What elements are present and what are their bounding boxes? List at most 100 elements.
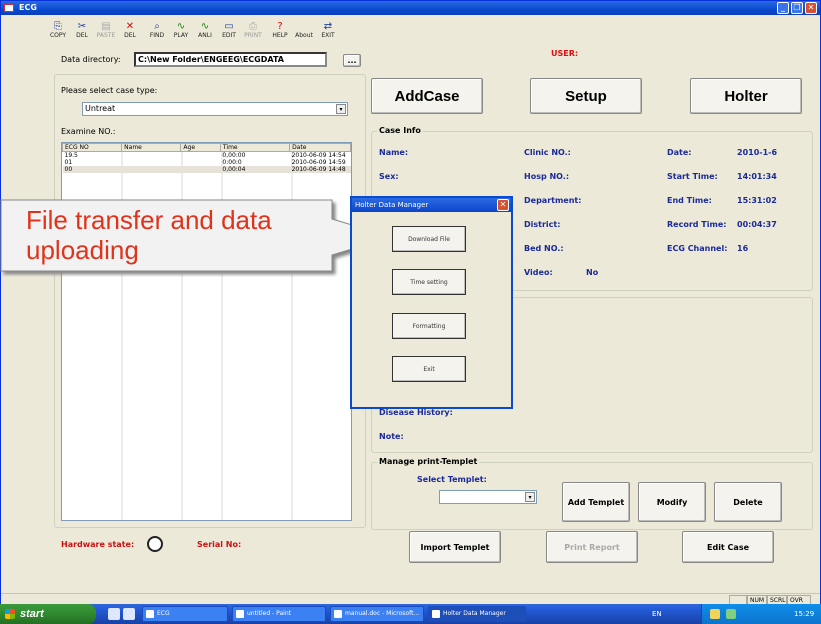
app-icon — [4, 4, 14, 12]
tray-network-icon[interactable] — [726, 609, 736, 619]
start-time-value: 14:01:34 — [737, 172, 777, 181]
edit-case-button[interactable]: Edit Case — [682, 531, 774, 563]
start-time-label: Start Time: — [667, 172, 718, 181]
toolbar-exit-button[interactable]: ⇄ EXIT — [316, 19, 340, 43]
toolbar-del-button[interactable]: ✕ DEL — [118, 19, 142, 43]
taskbar-item[interactable]: Holter Data Manager — [428, 606, 526, 622]
case-type-label: Please select case type: — [61, 86, 158, 95]
download-file-button[interactable]: Download File — [392, 226, 466, 252]
toolbar-find-button[interactable]: ⌕ FIND — [145, 19, 169, 43]
language-indicator[interactable]: EN — [652, 604, 662, 624]
toolbar-about-button[interactable]: About — [292, 19, 316, 43]
system-tray: EN 15:29 — [652, 604, 821, 624]
user-label: USER: — [551, 49, 579, 58]
table-cell — [181, 159, 221, 166]
clock: 15:29 — [794, 610, 815, 618]
toolbar-label: DEL — [76, 32, 88, 39]
window-icon — [432, 610, 440, 618]
addcase-button[interactable]: AddCase — [371, 78, 483, 114]
table-row[interactable]: 00 0,00:04 2010-06-09 14:48 — [62, 166, 351, 173]
table-cell: 0,00:00 — [222, 152, 246, 159]
table-cell: 00 — [62, 166, 122, 173]
about-icon — [292, 21, 316, 32]
table-cell: 2010-06-09 14:59 — [291, 159, 346, 166]
magnifier-icon: ⌕ — [154, 21, 160, 32]
column-header[interactable]: Age — [180, 143, 221, 152]
department-label: Department: — [524, 196, 582, 205]
toolbar-copy-button[interactable]: ⎘ COPY — [46, 19, 70, 43]
taskbar-item-label: manual.doc - Microsoft... — [345, 610, 420, 617]
toolbar-label: HELP — [272, 32, 288, 39]
add-templet-button[interactable]: Add Templet — [562, 482, 630, 522]
waveform-play-icon: ∿ — [176, 21, 186, 32]
name-label: Name: — [379, 148, 409, 157]
ecg-channel-value: 16 — [737, 244, 749, 253]
taskbar-item[interactable]: manual.doc - Microsoft... — [330, 606, 424, 622]
table-cell — [121, 166, 181, 173]
start-button[interactable]: start — [0, 604, 96, 624]
print-report-button[interactable]: Print Report — [546, 531, 638, 563]
toolbar-play-button[interactable]: ∿ PLAY — [169, 19, 193, 43]
column-header[interactable]: Time — [219, 143, 291, 152]
restore-button[interactable]: ❐ — [791, 2, 803, 14]
chevron-down-icon[interactable]: ▾ — [336, 104, 346, 114]
quicklaunch-browser-icon[interactable] — [108, 608, 120, 620]
toolbar-del-button[interactable]: ✂ DEL — [70, 19, 94, 43]
toolbar-label: DEL — [124, 32, 136, 39]
serial-no-label: Serial No: — [197, 540, 242, 549]
column-header[interactable]: Date — [289, 143, 351, 152]
taskbar-item[interactable]: ECG — [142, 606, 228, 622]
windows-flag-icon — [5, 609, 15, 619]
formatting-button[interactable]: Formatting — [392, 313, 466, 339]
video-label: Video: — [524, 268, 553, 277]
dialog-close-icon[interactable]: ✕ — [497, 199, 509, 211]
taskbar-item[interactable]: untitled - Paint — [232, 606, 326, 622]
column-header[interactable]: ECG NO — [62, 143, 123, 152]
taskbar: start ECG untitled - Paint manual.doc - Mi… — [0, 604, 821, 624]
toolbar-label: COPY — [49, 32, 67, 39]
delete-button[interactable]: Delete — [714, 482, 782, 522]
column-header[interactable]: Name — [121, 143, 182, 152]
window-icon — [236, 610, 244, 618]
taskbar-item-label: ECG — [157, 610, 170, 617]
table-cell — [122, 159, 181, 166]
templet-select[interactable]: ▾ — [439, 490, 537, 504]
table-row[interactable]: 19.5 0,00:00 2010-06-09 14:54 — [63, 152, 351, 160]
setup-button[interactable]: Setup — [530, 78, 642, 114]
record-time-label: Record Time: — [667, 220, 727, 229]
toolbar-print-button[interactable]: ⎙ PRINT — [241, 19, 265, 43]
toolbar-edit-button[interactable]: ▭ EDIT — [217, 19, 241, 43]
quicklaunch-desktop-icon[interactable] — [123, 608, 135, 620]
window-title: ECG — [19, 3, 37, 12]
table-cell — [181, 152, 221, 160]
title-bar: ECG _ ❐ ✕ — [1, 1, 820, 15]
holter-button[interactable]: Holter — [690, 78, 802, 114]
window-icon — [334, 610, 342, 618]
help-icon: ? — [277, 21, 283, 32]
data-directory-field[interactable]: C:\New Folder\ENGEEG\ECGDATA — [134, 52, 327, 67]
select-templet-label: Select Templet: — [417, 475, 487, 484]
clinic-no-label: Clinic NO.: — [524, 148, 571, 157]
examine-label: Examine NO.: — [61, 127, 116, 136]
browse-button[interactable]: ... — [343, 54, 361, 67]
video-value: No — [586, 268, 599, 277]
exit-icon: ⇄ — [323, 21, 333, 32]
tray-volume-icon[interactable] — [710, 609, 720, 619]
table-cell: 2010-06-09 14:54 — [291, 152, 346, 159]
waveform-analysis-icon: ∿ — [200, 21, 210, 32]
time-setting-button[interactable]: Time setting — [392, 269, 466, 295]
toolbar-help-button[interactable]: ? HELP — [268, 19, 292, 43]
table-row[interactable]: 01 0:00:0 2010-06-09 14:59 — [63, 159, 351, 166]
taskbar-item-label: untitled - Paint — [247, 610, 291, 617]
import-templet-button[interactable]: Import Templet — [409, 531, 501, 563]
close-button[interactable]: ✕ — [805, 2, 817, 14]
sex-label: Sex: — [379, 172, 399, 181]
modify-button[interactable]: Modify — [638, 482, 706, 522]
toolbar-anli-button[interactable]: ∿ ANLI — [193, 19, 217, 43]
toolbar-paste-button[interactable]: ▤ PASTE — [94, 19, 118, 43]
toolbar-label: ANLI — [198, 32, 212, 39]
chevron-down-icon[interactable]: ▾ — [525, 492, 535, 502]
exit-button[interactable]: Exit — [392, 356, 466, 382]
minimize-button[interactable]: _ — [777, 2, 789, 14]
case-type-select[interactable]: Untreat ▾ — [82, 102, 348, 116]
